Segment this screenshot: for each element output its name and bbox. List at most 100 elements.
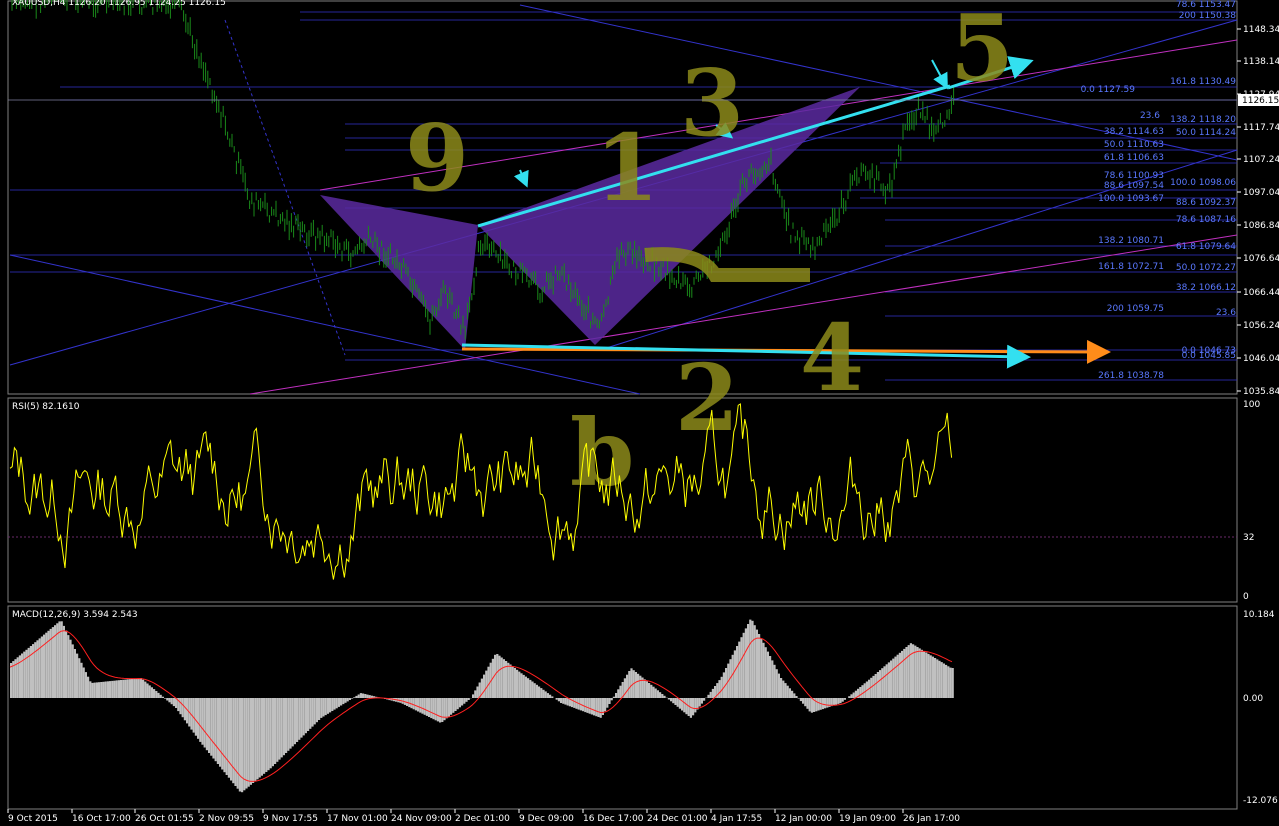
macd-histogram-bar — [485, 670, 488, 698]
macd-histogram-bar — [872, 675, 875, 698]
macd-histogram-bar — [509, 664, 512, 698]
macd-histogram-bar — [498, 655, 501, 698]
fib-label: 200 1059.75 — [1107, 304, 1164, 314]
macd-histogram-bar — [824, 698, 827, 709]
macd-histogram-bar — [496, 654, 499, 698]
macd-histogram-bar — [205, 698, 208, 751]
macd-histogram-bar — [907, 645, 910, 698]
macd-histogram-bar — [326, 698, 329, 714]
macd-histogram-bar — [595, 698, 598, 717]
macd-histogram-bar — [703, 698, 706, 701]
macd-histogram-bar — [432, 698, 435, 720]
price-tick-label: 1117.74 — [1243, 123, 1279, 133]
macd-histogram-bar — [100, 682, 103, 698]
macd-histogram-bar — [115, 680, 118, 698]
price-tick-label: 1076.64 — [1243, 254, 1279, 264]
macd-histogram-bar — [511, 666, 514, 698]
macd-histogram-bar — [201, 698, 204, 745]
macd-histogram-bar — [450, 698, 453, 715]
macd-histogram-bar — [841, 698, 844, 702]
macd-histogram-bar — [423, 698, 426, 715]
macd-histogram-bar — [826, 698, 829, 708]
macd-histogram-bar — [771, 660, 774, 698]
macd-histogram-bar — [329, 698, 332, 713]
macd-histogram-bar — [518, 671, 521, 698]
price-tick-label: 1086.84 — [1243, 221, 1279, 231]
macd-histogram-bar — [287, 698, 290, 751]
macd-histogram-bar — [597, 698, 600, 717]
macd-histogram-bar — [848, 696, 851, 698]
macd-histogram-bar — [593, 698, 596, 716]
macd-histogram-bar — [546, 693, 549, 698]
macd-histogram-bar — [179, 698, 182, 715]
macd-histogram-bar — [786, 685, 789, 698]
macd-histogram-bar — [707, 694, 710, 698]
macd-histogram-bar — [91, 682, 94, 698]
macd-histogram-bar — [225, 698, 228, 775]
macd-histogram-bar — [835, 698, 838, 705]
time-tick-label: 24 Dec 01:00 — [647, 814, 708, 824]
macd-histogram-bar — [626, 674, 629, 698]
macd-histogram-bar — [837, 698, 840, 704]
macd-histogram-bar — [692, 698, 695, 716]
macd-histogram-bar — [232, 698, 235, 784]
macd-histogram-bar — [590, 698, 593, 715]
macd-histogram-bar — [199, 698, 202, 742]
macd-histogram-bar — [210, 698, 213, 756]
macd-histogram-bar — [436, 698, 439, 722]
macd-histogram-bar — [318, 698, 321, 720]
macd-histogram-bar — [685, 698, 688, 715]
macd-histogram-bar — [342, 698, 345, 705]
macd-histogram-bar — [249, 698, 252, 785]
macd-histogram-bar — [909, 643, 912, 698]
macd-histogram-bar — [197, 698, 200, 739]
macd-histogram-bar — [324, 698, 327, 716]
fib-label: 138.2 1080.71 — [1098, 236, 1164, 246]
macd-histogram-bar — [659, 692, 662, 698]
macd-histogram-bar — [265, 698, 268, 772]
fib-label: 23.6 — [1216, 308, 1236, 318]
macd-histogram-bar — [788, 688, 791, 698]
macd-histogram-bar — [927, 653, 930, 698]
macd-histogram-bar — [755, 629, 758, 698]
macd-histogram-bar — [458, 698, 461, 708]
macd-histogram-bar — [744, 628, 747, 698]
macd-histogram-bar — [522, 674, 525, 698]
macd-histogram-bar — [362, 693, 365, 698]
handwritten-wave-3: 3 — [680, 49, 744, 157]
macd-histogram-bar — [439, 698, 442, 723]
fib-label: 0.0 1127.59 — [1081, 85, 1136, 95]
macd-histogram-bar — [421, 698, 424, 714]
price-tick-label: 1035.84 — [1243, 387, 1279, 397]
macd-histogram-bar — [898, 652, 901, 698]
fib-label: 88.6 1092.37 — [1176, 198, 1236, 208]
rsi-level-label: 100 — [1243, 400, 1260, 410]
fib-label: 38.2 1114.63 — [1104, 127, 1164, 137]
price-tick-label: 1046.04 — [1243, 354, 1279, 364]
time-tick-label: 16 Oct 17:00 — [72, 814, 131, 824]
macd-histogram-bar — [419, 698, 422, 713]
macd-histogram-bar — [542, 689, 545, 698]
macd-histogram-bar — [643, 679, 646, 698]
macd-histogram-bar — [557, 698, 560, 702]
macd-histogram-bar — [214, 698, 217, 762]
macd-histogram-bar — [722, 672, 725, 698]
price-tick-label: 1056.24 — [1243, 321, 1279, 331]
fib-label: 0.0 1045.85 — [1182, 351, 1236, 361]
macd-histogram-bar — [263, 698, 266, 774]
macd-histogram-bar — [817, 698, 820, 711]
macd-histogram-bar — [452, 698, 455, 713]
time-tick-label: 9 Nov 17:55 — [263, 814, 318, 824]
macd-histogram-bar — [483, 674, 486, 698]
macd-histogram-bar — [247, 698, 250, 787]
macd-histogram-bar — [212, 698, 215, 759]
macd-histogram-bar — [639, 675, 642, 698]
macd-histogram-bar — [947, 666, 950, 698]
macd-histogram-bar — [516, 669, 519, 698]
macd-histogram-bar — [296, 698, 299, 742]
macd-histogram-bar — [637, 673, 640, 698]
macd-histogram-bar — [797, 698, 800, 699]
macd-histogram-bar — [335, 698, 338, 709]
price-tick-label: 1066.44 — [1243, 288, 1279, 298]
macd-histogram-bar — [298, 698, 301, 740]
